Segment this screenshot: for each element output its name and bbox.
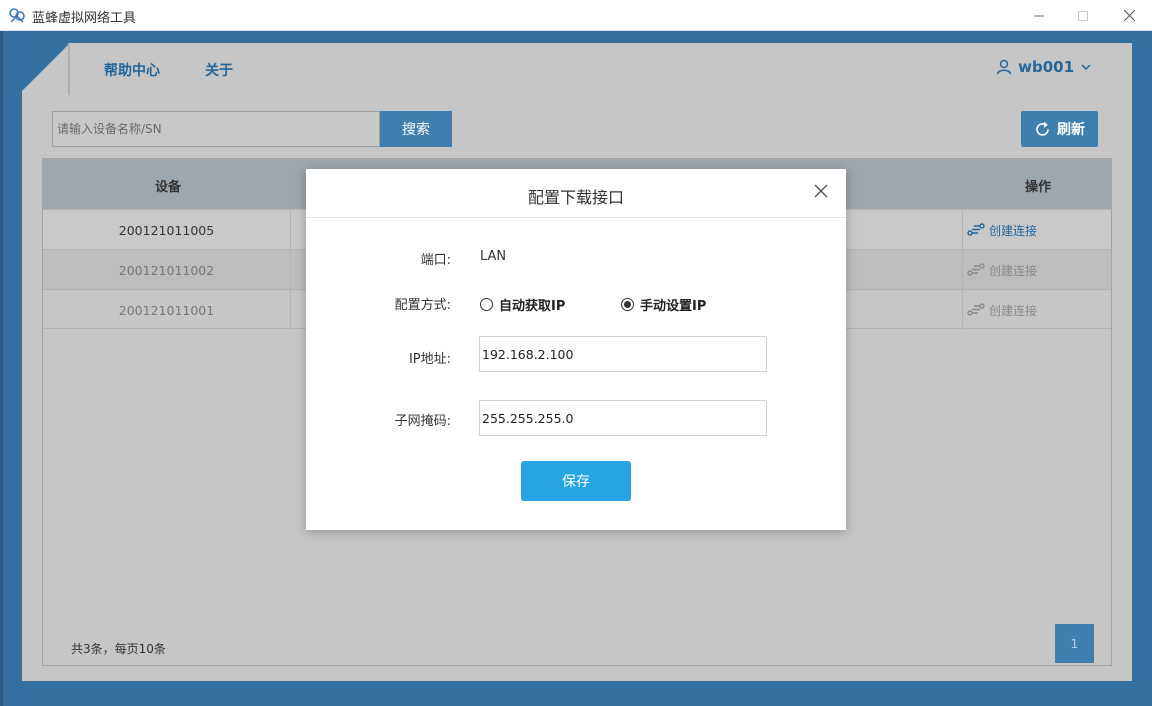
search-input[interactable] — [53, 112, 379, 146]
create-connection-button[interactable]: 创建连接 — [962, 290, 1111, 330]
user-icon — [996, 59, 1012, 75]
radio-auto-ip[interactable]: 自动获取IP — [480, 295, 565, 314]
user-name: wb001 — [1018, 58, 1074, 76]
radio-manual-label: 手动设置IP — [640, 299, 707, 314]
nav-help[interactable]: 帮助中心 — [104, 60, 160, 80]
config-dialog: 配置下载接口 端口: LAN 配置方式: 自动获取IP 手动设置IP IP地址:… — [306, 169, 846, 530]
bee-logo-icon — [9, 8, 25, 23]
page-button[interactable]: 1 — [1055, 624, 1094, 663]
minimize-button[interactable] — [1016, 0, 1062, 31]
search-button[interactable]: 搜索 — [380, 111, 452, 147]
radio-unchecked-icon — [480, 298, 493, 311]
action-label: 创建连接 — [989, 263, 1038, 278]
subnet-mask-input[interactable] — [480, 401, 766, 435]
mode-label: 配置方式: — [394, 298, 451, 313]
close-icon — [1123, 10, 1135, 21]
device-cell: 200121011002 — [43, 250, 291, 290]
dialog-title: 配置下载接口 — [527, 188, 624, 207]
nav-about[interactable]: 关于 — [205, 60, 233, 80]
header-action: 操作 — [1025, 180, 1052, 195]
minimize-icon — [1034, 15, 1044, 16]
maximize-button[interactable] — [1060, 0, 1106, 31]
link-icon — [967, 303, 985, 316]
pagination-summary: 共3条，每页10条 — [71, 642, 166, 656]
window-titlebar: 蓝蜂虚拟网络工具 — [0, 0, 1152, 31]
mask-label: 子网掩码: — [394, 414, 451, 429]
window-title: 蓝蜂虚拟网络工具 — [32, 11, 137, 26]
refresh-icon — [1036, 121, 1049, 136]
header-device: 设备 — [155, 180, 182, 195]
radio-manual-ip[interactable]: 手动设置IP — [621, 295, 706, 314]
action-label: 创建连接 — [989, 223, 1038, 238]
close-window-button[interactable] — [1106, 0, 1152, 31]
port-label: 端口: — [420, 253, 451, 268]
create-connection-button[interactable]: 创建连接 — [962, 250, 1111, 290]
chevron-down-icon — [1081, 64, 1091, 71]
port-value: LAN — [480, 249, 507, 264]
window-edge — [0, 31, 3, 706]
maximize-icon — [1078, 10, 1088, 21]
ip-address-input[interactable] — [480, 337, 766, 371]
link-icon — [967, 223, 985, 236]
dialog-header: 配置下载接口 — [306, 169, 846, 218]
search-box — [52, 111, 380, 147]
save-button[interactable]: 保存 — [521, 461, 631, 501]
user-menu[interactable]: wb001 — [996, 58, 1092, 76]
action-label: 创建连接 — [989, 303, 1038, 318]
radio-auto-label: 自动获取IP — [499, 299, 566, 314]
ip-label: IP地址: — [408, 352, 451, 367]
link-icon — [967, 263, 985, 276]
device-cell: 200121011001 — [43, 290, 291, 330]
ip-field-box — [479, 336, 767, 372]
mask-field-box — [479, 400, 767, 436]
create-connection-button[interactable]: 创建连接 — [962, 210, 1111, 250]
device-cell: 200121011005 — [43, 210, 291, 250]
refresh-button[interactable]: 刷新 — [1021, 111, 1098, 147]
refresh-label: 刷新 — [1057, 122, 1085, 138]
top-nav: 帮助中心 关于 wb001 — [22, 43, 1132, 95]
close-icon[interactable] — [813, 183, 829, 199]
radio-checked-icon — [621, 298, 634, 311]
